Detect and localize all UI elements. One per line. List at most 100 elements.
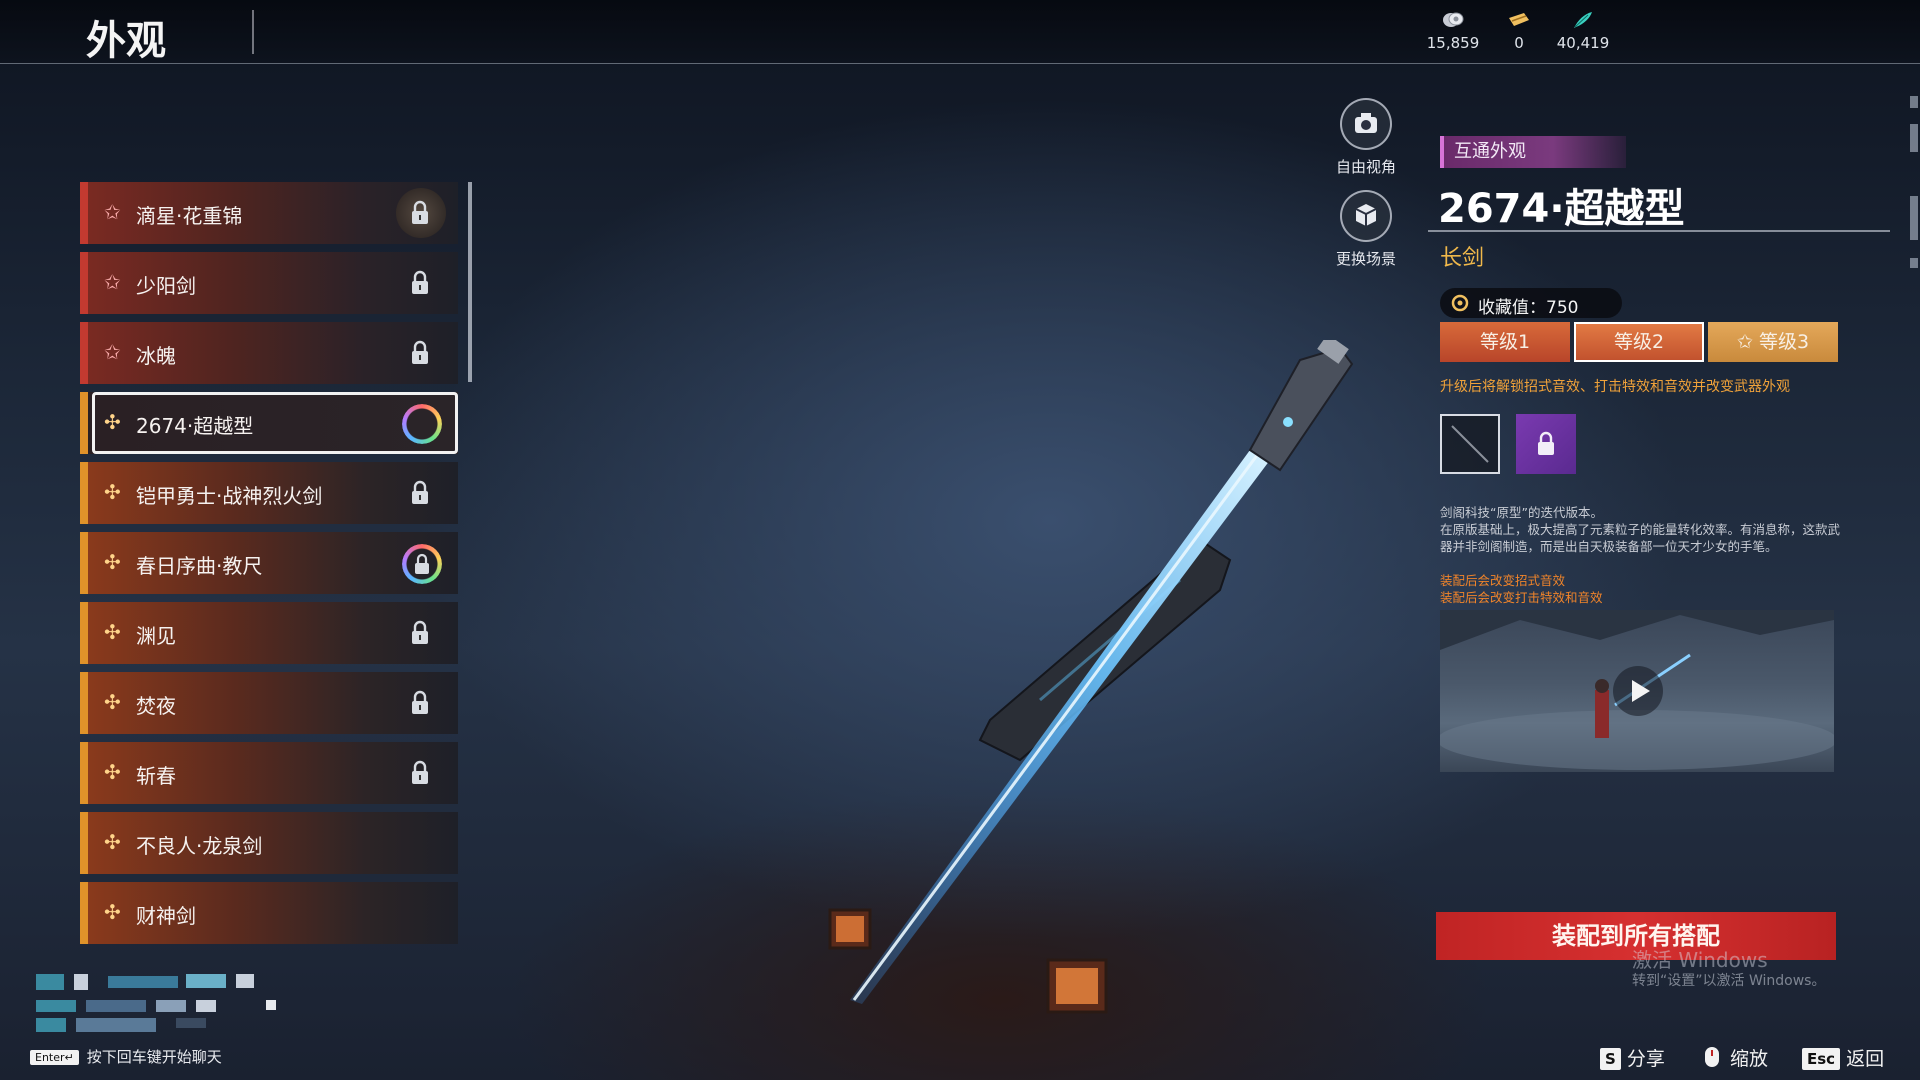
currency-coins: 15,859 [1418, 10, 1488, 52]
skin-item-label: 冰魄 [136, 344, 176, 368]
page-title: 外观 [86, 18, 166, 64]
currency-tickets: 0 [1484, 10, 1554, 52]
camera-icon [1355, 113, 1377, 133]
weapon-type: 长剑 [1440, 246, 1485, 271]
edge-tick [1910, 96, 1918, 108]
lock-icon [412, 620, 428, 644]
list-scrollbar[interactable] [468, 182, 472, 382]
skin-list: ✩ 滴星·花重锦 ✩ 少阳剑 ✩ 冰魄 ✣ 2674·超越型 ✣ 铠甲勇士·战神… [80, 182, 460, 962]
cube-icon [1355, 204, 1377, 226]
windows-watermark-sub: 转到“设置”以激活 Windows。 [1632, 973, 1826, 989]
skin-item[interactable]: ✩ 冰魄 [80, 322, 458, 384]
lock-icon [412, 200, 428, 224]
lock-icon [412, 340, 428, 364]
rarity-flower-icon: ✣ [104, 830, 121, 854]
effect-note: 装配后会改变打击特效和音效 [1440, 590, 1603, 605]
rarity-flower-icon: ✣ [104, 550, 121, 574]
skin-item-label: 少阳剑 [136, 274, 196, 298]
esc-key-icon: Esc [1802, 1048, 1841, 1070]
edge-tick [1910, 124, 1918, 152]
preview-video[interactable] [1440, 610, 1834, 772]
skin-item-label: 斩春 [136, 764, 176, 788]
rarity-flower-icon: ✣ [104, 620, 121, 644]
tab-level-1[interactable]: 等级1 [1440, 322, 1570, 362]
lock-icon [412, 480, 428, 504]
title-rule [1428, 230, 1890, 232]
skin-item[interactable]: ✩ 滴星·花重锦 [80, 182, 458, 244]
rarity-star-icon: ✩ [104, 200, 121, 224]
weapon-preview[interactable] [780, 340, 1400, 1020]
top-bar [0, 0, 1920, 64]
currency-feathers-value: 40,419 [1556, 34, 1610, 52]
effect-note: 装配后会改变招式音效 [1440, 573, 1566, 588]
skin-item[interactable]: ✩ 少阳剑 [80, 252, 458, 314]
chat-hint[interactable]: Enter↵ 按下回车键开始聊天 [30, 1046, 222, 1067]
windows-watermark: 激活 Windows [1632, 948, 1768, 972]
skin-item[interactable]: ✣ 春日序曲·教尺 [80, 532, 458, 594]
lock-icon [412, 690, 428, 714]
zoom-label: 缩放 [1730, 1048, 1769, 1070]
skin-item-selected[interactable]: ✣ 2674·超越型 [80, 392, 458, 454]
scene-icon-wrap [1340, 190, 1392, 242]
skin-item-label: 不良人·龙泉剑 [136, 834, 263, 858]
title-divider [252, 10, 254, 54]
lock-icon [412, 760, 428, 784]
s-key-icon: S [1600, 1048, 1621, 1070]
tab-level-3[interactable]: ✩ 等级3 [1708, 322, 1838, 362]
weapon-title: 2674·超越型 [1438, 186, 1685, 232]
tab-level-3-label: 等级3 [1758, 331, 1810, 353]
skin-item-label: 财神剑 [136, 904, 196, 928]
crossplay-tag: 互通外观 [1440, 136, 1626, 168]
description-line: 在原版基础上，极大提高了元素粒子的能量转化效率。有消息称，这款武器并非剑阁制造，… [1440, 522, 1841, 554]
collection-icon [1451, 294, 1469, 312]
top-bar-divider [0, 63, 1920, 64]
ticket-icon [1509, 13, 1529, 26]
lock-icon [412, 270, 428, 294]
skin-item[interactable]: ✣ 不良人·龙泉剑 [80, 812, 458, 874]
skin-item[interactable]: ✣ 财神剑 [80, 882, 458, 944]
lock-icon [415, 553, 429, 574]
currency-coins-value: 15,859 [1426, 34, 1480, 52]
back-label: 返回 [1846, 1048, 1885, 1070]
skin-item[interactable]: ✣ 斩春 [80, 742, 458, 804]
free-view-button[interactable]: 自由视角 [1316, 98, 1416, 177]
lock-icon [1538, 431, 1554, 455]
play-icon [1632, 680, 1650, 702]
change-scene-label: 更换场景 [1335, 250, 1396, 268]
effect-notes: 装配后会改变招式音效 装配后会改变打击特效和音效 [1440, 572, 1603, 606]
description-line: 剑阁科技“原型”的迭代版本。 [1440, 505, 1603, 520]
rarity-flower-icon: ✣ [104, 410, 121, 434]
camera-icon-wrap [1340, 98, 1392, 150]
chat-hint-text: 按下回车键开始聊天 [86, 1048, 222, 1066]
skin-item-label: 滴星·花重锦 [136, 204, 243, 228]
rainbow-ring-icon [402, 404, 442, 444]
appearance-slot-locked[interactable] [1516, 414, 1576, 474]
skin-item-label: 春日序曲·教尺 [136, 554, 263, 578]
sword-hilt [1248, 346, 1354, 472]
skin-item[interactable]: ✣ 铠甲勇士·战神烈火剑 [80, 462, 458, 524]
currency-tickets-value: 0 [1514, 34, 1524, 52]
share-hint[interactable]: S 分享 [1600, 1044, 1665, 1071]
tab-level-2[interactable]: 等级2 [1574, 322, 1704, 362]
change-scene-button[interactable]: 更换场景 [1316, 190, 1416, 269]
rarity-star-icon: ✩ [104, 340, 121, 364]
play-button[interactable] [1613, 666, 1663, 716]
skin-item[interactable]: ✣ 焚夜 [80, 672, 458, 734]
edge-tick [1910, 258, 1918, 268]
skin-item-label: 焚夜 [136, 694, 176, 718]
collection-value-text: 收藏值：750 [1478, 298, 1579, 318]
feather-icon [1574, 12, 1592, 28]
skin-item-label: 铠甲勇士·战神烈火剑 [136, 484, 323, 508]
skin-item-label: 2674·超越型 [136, 414, 254, 438]
coin-icon [1443, 12, 1464, 27]
skin-item-label: 渊见 [136, 624, 176, 648]
slash-icon [1451, 425, 1489, 463]
share-label: 分享 [1626, 1048, 1665, 1070]
appearance-slot-default[interactable] [1440, 414, 1500, 474]
rarity-flower-icon: ✣ [104, 690, 121, 714]
collection-value-badge: 收藏值：750 [1440, 288, 1622, 318]
mouse-icon [1705, 1047, 1719, 1067]
skin-item[interactable]: ✣ 渊见 [80, 602, 458, 664]
zoom-hint[interactable]: 缩放 [1700, 1044, 1768, 1071]
back-hint[interactable]: Esc 返回 [1802, 1044, 1884, 1071]
